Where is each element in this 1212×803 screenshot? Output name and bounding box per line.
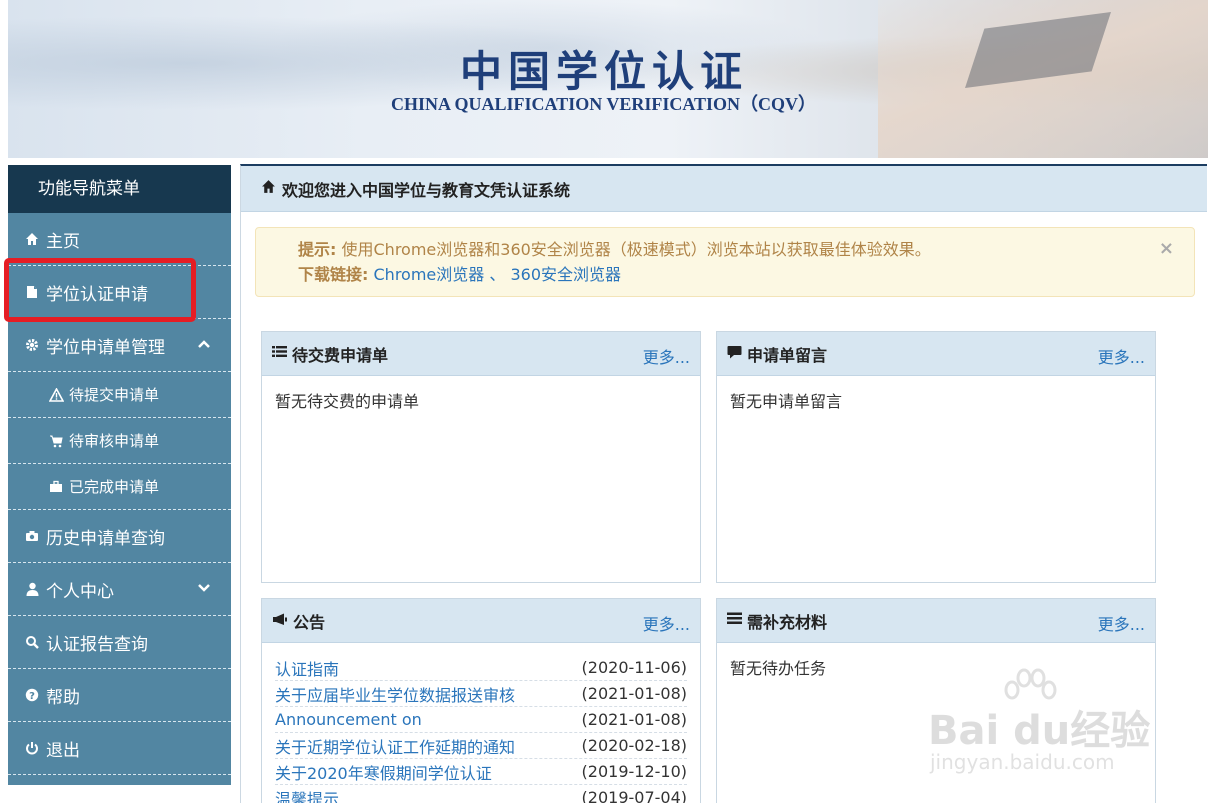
sidebar-item-label: 待审核申请单 xyxy=(69,432,160,450)
notice-link[interactable]: 关于2020年寒假期间学位认证 xyxy=(275,760,492,784)
svg-text:?: ? xyxy=(29,691,35,702)
sidebar-item-label: 认证报告查询 xyxy=(46,634,148,655)
panel-header: 申请单留言 更多... xyxy=(717,332,1155,376)
camera-icon xyxy=(24,528,40,544)
panel-empty-text: 暂无待办任务 xyxy=(730,659,827,678)
notice-date: (2020-11-06) xyxy=(581,658,687,677)
file-icon xyxy=(24,284,40,300)
sidebar-nav: 功能导航菜单 主页 学位认证申请 学位申请单管理 待提交申请单 待审核申请单 已… xyxy=(8,165,231,785)
panel-empty-text: 暂无待交费的申请单 xyxy=(275,392,420,411)
panel-header: 公告 更多... xyxy=(262,599,700,643)
close-icon[interactable]: × xyxy=(1159,236,1174,261)
sidebar-item-label: 主页 xyxy=(46,231,80,252)
warning-icon xyxy=(48,387,64,403)
panel-title: 需补充材料 xyxy=(747,612,828,632)
notice-date: (2021-01-08) xyxy=(581,710,687,729)
page-title-bar: 欢迎您进入中国学位与教育文凭认证系统 xyxy=(241,166,1207,212)
notice-date: (2021-01-08) xyxy=(581,684,687,703)
sidebar-item-degree-application[interactable]: 学位认证申请 xyxy=(8,266,231,319)
more-link[interactable]: 更多... xyxy=(643,611,690,635)
list-item: Announcement on (2021-01-08) xyxy=(275,707,687,733)
header-banner: 中国学位认证 CHINA QUALIFICATION VERIFICATION（… xyxy=(8,0,1208,158)
notice-date: (2019-12-10) xyxy=(581,762,687,781)
main-content: 欢迎您进入中国学位与教育文凭认证系统 提示: 使用Chrome浏览器和360安全… xyxy=(240,164,1207,803)
360-download-link[interactable]: 360安全浏览器 xyxy=(510,265,621,284)
panel-header: 需补充材料 更多... xyxy=(717,599,1155,643)
more-link[interactable]: 更多... xyxy=(643,344,690,368)
notice-date: (2019-07-04) xyxy=(581,788,687,803)
panel-materials: 需补充材料 更多... 暂无待办任务 xyxy=(716,598,1156,803)
sidebar-item-label: 个人中心 xyxy=(46,581,114,602)
more-link[interactable]: 更多... xyxy=(1098,344,1145,368)
comment-icon xyxy=(727,345,742,363)
tip-label: 提示: xyxy=(298,240,337,259)
chevron-down-icon[interactable] xyxy=(197,581,211,597)
chevron-up-icon[interactable] xyxy=(197,337,211,353)
tip-line: 提示: 使用Chrome浏览器和360安全浏览器（极速模式）浏览本站以获取最佳体… xyxy=(298,237,1194,262)
sidebar-item-label: 学位认证申请 xyxy=(46,284,148,305)
download-line: 下载链接: Chrome浏览器 、 360安全浏览器 xyxy=(298,262,1194,287)
search-icon xyxy=(24,634,40,650)
panel-header: 待交费申请单 更多... xyxy=(262,332,700,376)
sidebar-item-personal-center[interactable]: 个人中心 xyxy=(8,563,231,616)
list-item: 关于应届毕业生学位数据报送审核 (2021-01-08) xyxy=(275,681,687,707)
sidebar-item-label: 退出 xyxy=(46,740,80,761)
sidebar-item-help[interactable]: ? 帮助 xyxy=(8,669,231,722)
panel-messages: 申请单留言 更多... 暂无申请单留言 xyxy=(716,331,1156,583)
sidebar-item-completed[interactable]: 已完成申请单 xyxy=(8,464,231,510)
sidebar-item-home[interactable]: 主页 xyxy=(8,213,231,266)
panel-notices: 公告 更多... 认证指南 (2020-11-06) 关于应届毕业生学位数据报送审… xyxy=(261,598,701,803)
panel-pending-fee: 待交费申请单 更多... 暂无待交费的申请单 xyxy=(261,331,701,583)
question-icon: ? xyxy=(24,687,40,703)
cart-icon xyxy=(48,433,64,449)
sidebar-item-label: 学位申请单管理 xyxy=(46,337,165,358)
sidebar-header: 功能导航菜单 xyxy=(8,165,231,213)
sidebar-item-history-query[interactable]: 历史申请单查询 xyxy=(8,510,231,563)
list-item: 认证指南 (2020-11-06) xyxy=(275,655,687,681)
list-item: 温馨提示 (2019-07-04) xyxy=(275,785,687,803)
page-title: 欢迎您进入中国学位与教育文凭认证系统 xyxy=(282,180,571,200)
tip-text: 使用Chrome浏览器和360安全浏览器（极速模式）浏览本站以获取最佳体验效果。 xyxy=(341,240,931,259)
tasks-icon xyxy=(727,612,742,629)
power-icon xyxy=(24,740,40,756)
panel-empty-text: 暂无申请单留言 xyxy=(730,392,843,411)
more-link[interactable]: 更多... xyxy=(1098,611,1145,635)
link-separator: 、 xyxy=(489,265,506,284)
home-icon xyxy=(261,179,276,198)
list-item: 关于近期学位认证工作延期的通知 (2020-02-18) xyxy=(275,733,687,759)
notice-link[interactable]: 认证指南 xyxy=(275,656,339,680)
bullhorn-icon xyxy=(272,612,288,630)
list-item: 关于2020年寒假期间学位认证 (2019-12-10) xyxy=(275,759,687,785)
sidebar-item-pending-submit[interactable]: 待提交申请单 xyxy=(8,372,231,418)
list-icon xyxy=(272,345,287,362)
home-icon xyxy=(24,231,40,247)
sidebar-item-pending-review[interactable]: 待审核申请单 xyxy=(8,418,231,464)
notice-link[interactable]: 关于应届毕业生学位数据报送审核 xyxy=(275,682,515,706)
gear-icon xyxy=(24,337,40,353)
notice-list: 认证指南 (2020-11-06) 关于应届毕业生学位数据报送审核 (2021-01… xyxy=(275,655,687,803)
user-icon xyxy=(24,581,40,597)
notice-link[interactable]: 温馨提示 xyxy=(275,786,339,803)
sidebar-item-application-management[interactable]: 学位申请单管理 xyxy=(8,319,231,372)
sidebar-item-label: 已完成申请单 xyxy=(69,478,160,496)
notice-date: (2020-02-18) xyxy=(581,736,687,755)
sidebar-item-report-query[interactable]: 认证报告查询 xyxy=(8,616,231,669)
sidebar-item-label: 历史申请单查询 xyxy=(46,528,165,549)
notice-list-container: 认证指南 (2020-11-06) 关于应届毕业生学位数据报送审核 (2021-01… xyxy=(262,643,700,803)
chrome-download-link[interactable]: Chrome浏览器 xyxy=(374,265,485,284)
briefcase-icon xyxy=(48,479,64,495)
notice-link[interactable]: Announcement on xyxy=(275,710,422,729)
panel-title: 待交费申请单 xyxy=(292,345,389,365)
panel-title: 公告 xyxy=(293,612,326,632)
download-label: 下载链接: xyxy=(298,265,369,284)
panel-title: 申请单留言 xyxy=(747,345,828,365)
browser-tip-alert: 提示: 使用Chrome浏览器和360安全浏览器（极速模式）浏览本站以获取最佳体… xyxy=(255,227,1195,297)
site-subtitle: CHINA QUALIFICATION VERIFICATION（CQV） xyxy=(391,94,817,114)
sidebar-item-label: 帮助 xyxy=(46,687,80,708)
sidebar-item-logout[interactable]: 退出 xyxy=(8,722,231,775)
notice-link[interactable]: 关于近期学位认证工作延期的通知 xyxy=(275,734,515,758)
sidebar-item-label: 待提交申请单 xyxy=(69,386,160,404)
